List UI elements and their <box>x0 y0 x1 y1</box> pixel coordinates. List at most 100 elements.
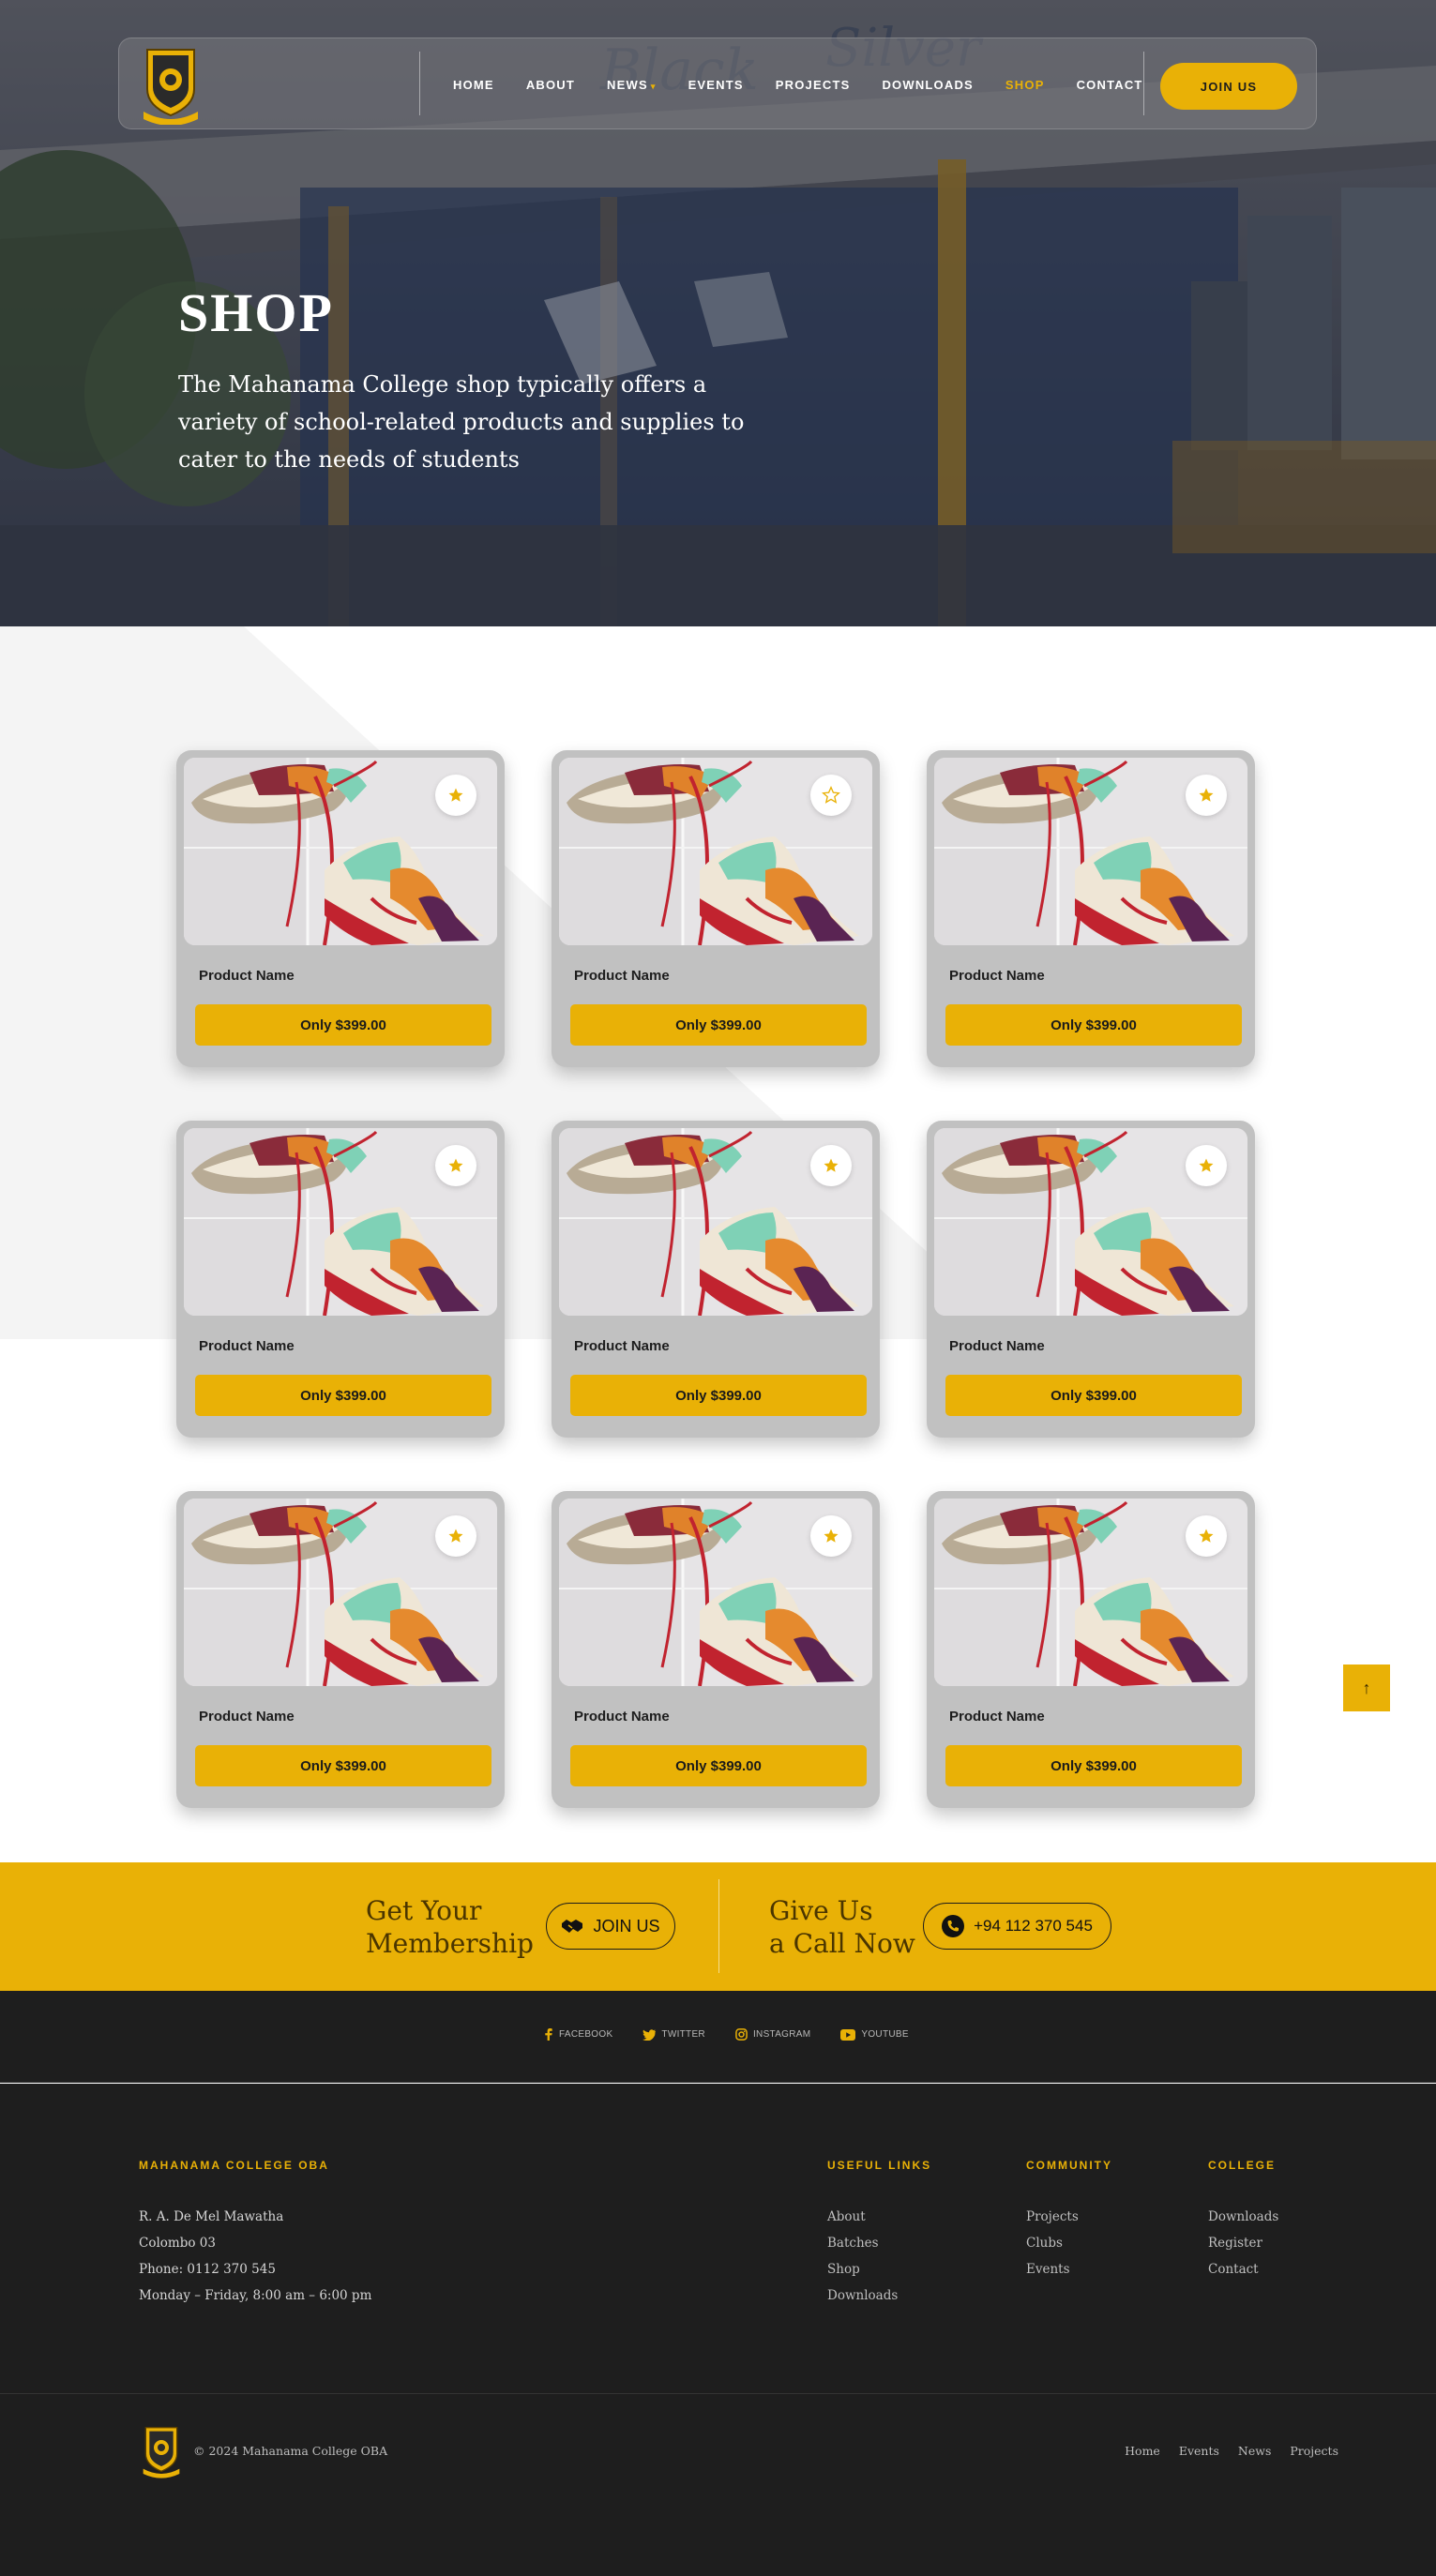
product-image[interactable] <box>184 1128 497 1316</box>
star-outline-icon <box>822 786 840 805</box>
product-name: Product Name <box>199 968 295 984</box>
star-filled-icon <box>1198 787 1215 804</box>
favorite-button[interactable] <box>1186 775 1227 816</box>
footer-link-events[interactable]: Events <box>1026 2262 1070 2277</box>
favorite-button[interactable] <box>810 1145 852 1186</box>
product-card[interactable]: Product Name Only $399.00 <box>927 750 1255 1067</box>
product-card[interactable]: Product Name Only $399.00 <box>927 1491 1255 1808</box>
social-label: FACEBOOK <box>559 2029 613 2040</box>
social-label: INSTAGRAM <box>752 2029 811 2040</box>
price-button[interactable]: Only $399.00 <box>195 1004 491 1046</box>
footer-address-line-1: R. A. De Mel Mawatha <box>139 2209 284 2224</box>
product-image[interactable] <box>559 1128 872 1316</box>
bottom-link-news[interactable]: News <box>1238 2444 1271 2458</box>
product-image[interactable] <box>559 1499 872 1686</box>
footer-link-about[interactable]: About <box>827 2209 866 2224</box>
star-filled-icon <box>1198 1157 1215 1174</box>
price-button[interactable]: Only $399.00 <box>570 1745 867 1786</box>
join-us-button[interactable]: JOIN US <box>1160 63 1297 110</box>
favorite-button[interactable] <box>1186 1515 1227 1557</box>
price-button[interactable]: Only $399.00 <box>945 1375 1242 1416</box>
product-image[interactable] <box>934 1128 1247 1316</box>
favorite-button[interactable] <box>1186 1145 1227 1186</box>
footer-community-title: COMMUNITY <box>1026 2159 1112 2172</box>
cta-join-button[interactable]: JOIN US <box>546 1903 675 1950</box>
product-card[interactable]: Product Name Only $399.00 <box>552 1491 880 1808</box>
footer-org-title: MAHANAMA COLLEGE OBA <box>139 2159 329 2172</box>
product-name: Product Name <box>949 1338 1045 1354</box>
nav-link-about[interactable]: ABOUT <box>526 78 575 92</box>
social-link-facebook[interactable]: FACEBOOK <box>544 2028 612 2041</box>
social-link-twitter[interactable]: TWITTER <box>642 2028 705 2041</box>
bottom-link-home[interactable]: Home <box>1125 2444 1160 2458</box>
footer-useful-title: USEFUL LINKS <box>827 2159 932 2172</box>
footer-link-batches[interactable]: Batches <box>827 2236 879 2251</box>
footer-hours: Monday – Friday, 8:00 am – 6:00 pm <box>139 2288 372 2303</box>
price-button[interactable]: Only $399.00 <box>195 1745 491 1786</box>
nav-link-downloads[interactable]: DOWNLOADS <box>882 78 973 92</box>
product-card[interactable]: Product Name Only $399.00 <box>552 750 880 1067</box>
nav-link-shop[interactable]: SHOP <box>1005 78 1045 92</box>
product-card[interactable]: Product Name Only $399.00 <box>176 1121 505 1438</box>
scroll-to-top-button[interactable]: ↑ <box>1343 1665 1390 1711</box>
footer-link-clubs[interactable]: Clubs <box>1026 2236 1063 2251</box>
footer-link-projects[interactable]: Projects <box>1026 2209 1079 2224</box>
product-name: Product Name <box>949 968 1045 984</box>
price-button[interactable]: Only $399.00 <box>195 1375 491 1416</box>
chevron-down-icon: ▾ <box>650 81 657 91</box>
twitter-icon <box>642 2028 657 2041</box>
main-navbar: HOME ABOUT NEWS ▾ EVENTS PROJECTS DOWNLOA… <box>118 38 1317 129</box>
nav-link-home[interactable]: HOME <box>453 78 494 92</box>
membership-line-1: Get Your <box>366 1895 482 1926</box>
footer-link-downloads[interactable]: Downloads <box>827 2288 898 2303</box>
price-button[interactable]: Only $399.00 <box>570 1004 867 1046</box>
nav-divider-left <box>419 52 420 115</box>
bottom-link-projects[interactable]: Projects <box>1290 2444 1338 2458</box>
product-image[interactable] <box>934 1499 1247 1686</box>
favorite-button[interactable] <box>435 1515 476 1557</box>
star-filled-icon <box>447 1528 464 1544</box>
product-card[interactable]: Product Name Only $399.00 <box>176 1491 505 1808</box>
product-card[interactable]: Product Name Only $399.00 <box>176 750 505 1067</box>
cta-bar: Get Your Membership JOIN US Give Us a Ca… <box>0 1862 1436 1991</box>
product-name: Product Name <box>199 1338 295 1354</box>
favorite-button[interactable] <box>435 775 476 816</box>
product-image[interactable] <box>934 758 1247 945</box>
call-heading: Give Us a Call Now <box>769 1894 915 1960</box>
nav-links: HOME ABOUT NEWS ▾ EVENTS PROJECTS DOWNLOA… <box>453 38 1175 130</box>
price-button[interactable]: Only $399.00 <box>945 1745 1242 1786</box>
page-title: SHOP <box>178 282 334 343</box>
membership-heading: Get Your Membership <box>366 1894 534 1960</box>
favorite-button[interactable] <box>810 775 852 816</box>
social-link-instagram[interactable]: INSTAGRAM <box>735 2028 810 2041</box>
instagram-icon <box>735 2028 748 2041</box>
nav-link-projects[interactable]: PROJECTS <box>776 78 851 92</box>
hero-description: The Mahanama College shop typically offe… <box>178 371 745 473</box>
product-card[interactable]: Product Name Only $399.00 <box>927 1121 1255 1438</box>
footer-link-register[interactable]: Register <box>1208 2236 1262 2251</box>
footer-link-college-downloads[interactable]: Downloads <box>1208 2209 1278 2224</box>
footer-divider <box>0 2393 1436 2394</box>
footer-phone: Phone: 0112 370 545 <box>139 2262 276 2277</box>
nav-link-events[interactable]: EVENTS <box>688 78 744 92</box>
social-label: TWITTER <box>661 2029 705 2040</box>
nav-link-news[interactable]: NEWS ▾ <box>607 78 657 92</box>
cta-phone-button[interactable]: +94 112 370 545 <box>923 1903 1111 1950</box>
product-image[interactable] <box>184 758 497 945</box>
footer-link-shop[interactable]: Shop <box>827 2262 860 2277</box>
hero-section: Black Silver SHOP The Mahanama College s… <box>0 0 1436 626</box>
product-image[interactable] <box>559 758 872 945</box>
product-image[interactable] <box>184 1499 497 1686</box>
favorite-button[interactable] <box>435 1145 476 1186</box>
bottom-link-events[interactable]: Events <box>1179 2444 1219 2458</box>
social-link-youtube[interactable]: YOUTUBE <box>840 2028 909 2041</box>
footer-logo[interactable] <box>141 2424 182 2478</box>
price-button[interactable]: Only $399.00 <box>570 1375 867 1416</box>
nav-link-contact[interactable]: CONTACT <box>1077 78 1143 92</box>
product-card[interactable]: Product Name Only $399.00 <box>552 1121 880 1438</box>
favorite-button[interactable] <box>810 1515 852 1557</box>
price-button[interactable]: Only $399.00 <box>945 1004 1242 1046</box>
college-logo[interactable] <box>140 46 202 125</box>
shop-section: Product Name Only $399.00 Product Name Onl… <box>0 626 1436 1862</box>
footer-link-contact[interactable]: Contact <box>1208 2262 1259 2277</box>
